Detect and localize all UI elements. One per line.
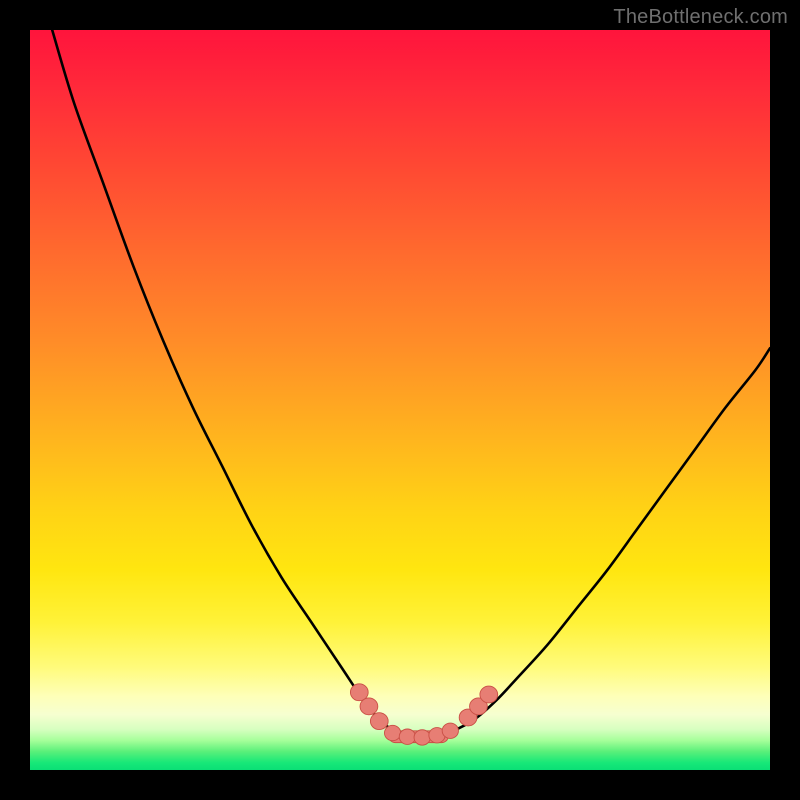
watermark-text: TheBottleneck.com: [613, 6, 788, 29]
curve-svg: [30, 30, 770, 770]
curve-marker: [370, 713, 388, 730]
curve-markers: [350, 684, 497, 745]
plot-area: [30, 30, 770, 770]
curve-marker: [480, 686, 498, 703]
bottleneck-curve: [52, 30, 770, 737]
curve-marker: [399, 729, 415, 744]
curve-marker: [414, 730, 430, 745]
curve-marker: [360, 698, 378, 715]
curve-marker: [442, 723, 458, 738]
chart-stage: TheBottleneck.com: [0, 0, 800, 800]
curve-marker: [384, 725, 400, 740]
